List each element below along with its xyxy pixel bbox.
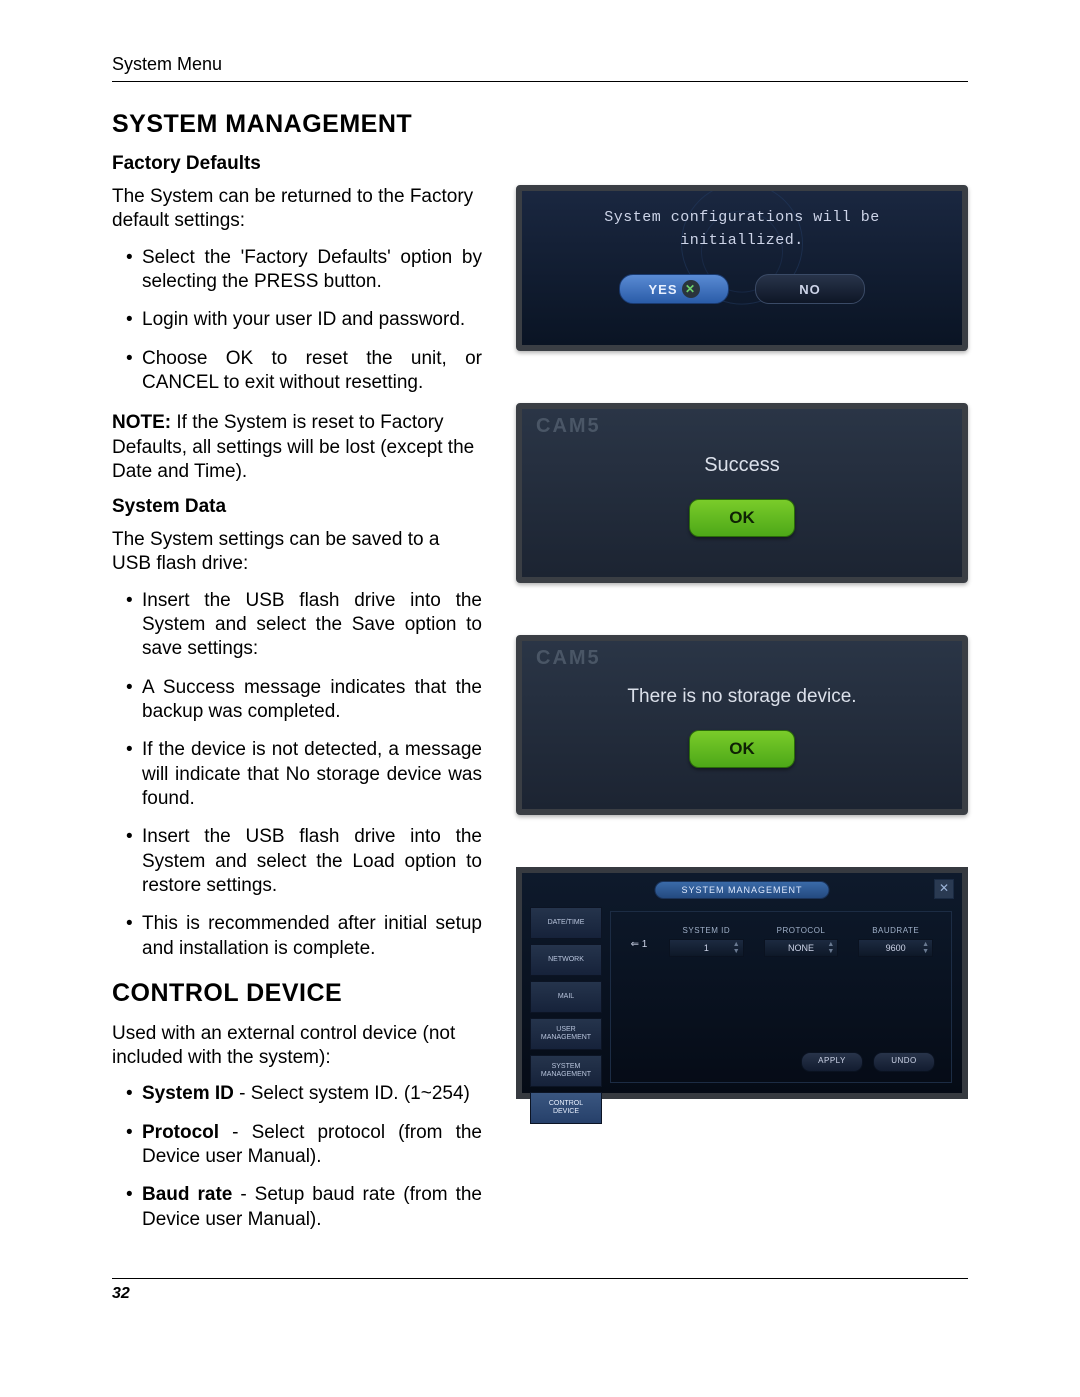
- cd-item-system-id-label: System ID: [142, 1083, 234, 1104]
- section-title-system-management: SYSTEM MANAGEMENT: [112, 110, 968, 139]
- page-number: 32: [112, 1285, 968, 1303]
- success-msg: Success: [522, 440, 962, 485]
- rule-bottom: [112, 1278, 968, 1279]
- panel-title: SYSTEM MANAGEMENT: [654, 881, 829, 899]
- right-column: System configurations will be initialliz…: [516, 153, 968, 1248]
- fd-step-3: Choose OK to reset the unit, or CANCEL t…: [112, 347, 482, 396]
- header-label: System Menu: [112, 54, 968, 75]
- cd-item-protocol-label: Protocol: [142, 1122, 219, 1143]
- yes-button[interactable]: YES ✕: [619, 274, 729, 304]
- apply-button[interactable]: APPLY: [801, 1052, 863, 1072]
- left-column: Factory Defaults The System can be retur…: [112, 153, 482, 1248]
- cd-item-system-id-text: - Select system ID. (1~254): [234, 1083, 470, 1104]
- section-title-control-device: CONTROL DEVICE: [112, 979, 482, 1008]
- system-id-spinner[interactable]: 1▲▼: [669, 939, 744, 957]
- col-system-id: SYSTEM ID: [669, 926, 744, 935]
- sidebar-item-control-device[interactable]: CONTROLDEVICE: [530, 1092, 602, 1124]
- cd-intro: Used with an external control device (no…: [112, 1022, 482, 1071]
- cd-item-protocol: Protocol - Select protocol (from the Dev…: [112, 1121, 482, 1170]
- fd-step-1: Select the 'Factory Defaults' option by …: [112, 246, 482, 295]
- close-x-icon: ✕: [682, 280, 700, 298]
- sidebar-item-datetime[interactable]: DATE/TIME: [530, 907, 602, 939]
- ok-button[interactable]: OK: [689, 499, 795, 537]
- init-confirm-msg-line1: System configurations will be: [540, 207, 944, 230]
- yes-button-label: YES: [648, 282, 677, 297]
- screenshot-success: CAM5 Success OK: [516, 403, 968, 583]
- subhead-system-data: System Data: [112, 496, 482, 518]
- sd-step-2: A Success message indicates that the bac…: [112, 676, 482, 725]
- sidebar-item-system-mgmt[interactable]: SYSTEMMANAGEMENT: [530, 1055, 602, 1087]
- screenshot-no-storage: CAM5 There is no storage device. OK: [516, 635, 968, 815]
- col-baudrate: BAUDRATE: [858, 926, 933, 935]
- sd-step-3: If the device is not detected, a message…: [112, 738, 482, 811]
- panel-body: ⇐ 1 SYSTEM ID 1▲▼ PROTOCOL NONE▲▼ BAUDRA…: [610, 911, 952, 1083]
- cd-item-system-id: System ID - Select system ID. (1~254): [112, 1082, 482, 1106]
- cam-label: CAM5: [522, 641, 962, 672]
- no-button[interactable]: NO: [755, 274, 865, 304]
- fd-step-2: Login with your user ID and password.: [112, 308, 482, 332]
- sidebar-item-user-mgmt[interactable]: USERMANAGEMENT: [530, 1018, 602, 1050]
- spinner-arrows-icon: ▲▼: [827, 941, 834, 955]
- fd-intro: The System can be returned to the Factor…: [112, 185, 482, 234]
- subhead-factory-defaults: Factory Defaults: [112, 153, 482, 175]
- screenshot-control-device: SYSTEM MANAGEMENT ✕ DATE/TIME NETWORK MA…: [516, 867, 968, 1099]
- sd-step-1: Insert the USB flash drive into the Syst…: [112, 589, 482, 662]
- sd-step-5: This is recommended after initial setup …: [112, 912, 482, 961]
- screenshot-init-confirm: System configurations will be initialliz…: [516, 185, 968, 351]
- sidebar: DATE/TIME NETWORK MAIL USERMANAGEMENT SY…: [530, 907, 602, 1085]
- sidebar-item-mail[interactable]: MAIL: [530, 981, 602, 1013]
- cd-item-baud-label: Baud rate: [142, 1184, 232, 1205]
- cd-item-baud: Baud rate - Setup baud rate (from the De…: [112, 1183, 482, 1232]
- sd-step-4: Insert the USB flash drive into the Syst…: [112, 825, 482, 898]
- init-confirm-msg-line2: initiallized.: [540, 230, 944, 253]
- sd-intro: The System settings can be saved to a US…: [112, 528, 482, 577]
- spinner-arrows-icon: ▲▼: [922, 941, 929, 955]
- rule-top: [112, 81, 968, 82]
- no-storage-msg: There is no storage device.: [522, 672, 962, 716]
- protocol-spinner[interactable]: NONE▲▼: [764, 939, 839, 957]
- cam-label: CAM5: [522, 409, 962, 440]
- undo-button[interactable]: UNDO: [873, 1052, 935, 1072]
- spinner-arrows-icon: ▲▼: [733, 941, 740, 955]
- sidebar-item-network[interactable]: NETWORK: [530, 944, 602, 976]
- col-protocol: PROTOCOL: [764, 926, 839, 935]
- row-index: ⇐ 1: [629, 939, 649, 950]
- fd-note: NOTE: If the System is reset to Factory …: [112, 411, 482, 484]
- close-icon[interactable]: ✕: [934, 879, 954, 899]
- note-label: NOTE:: [112, 412, 171, 433]
- ok-button[interactable]: OK: [689, 730, 795, 768]
- baudrate-spinner[interactable]: 9600▲▼: [858, 939, 933, 957]
